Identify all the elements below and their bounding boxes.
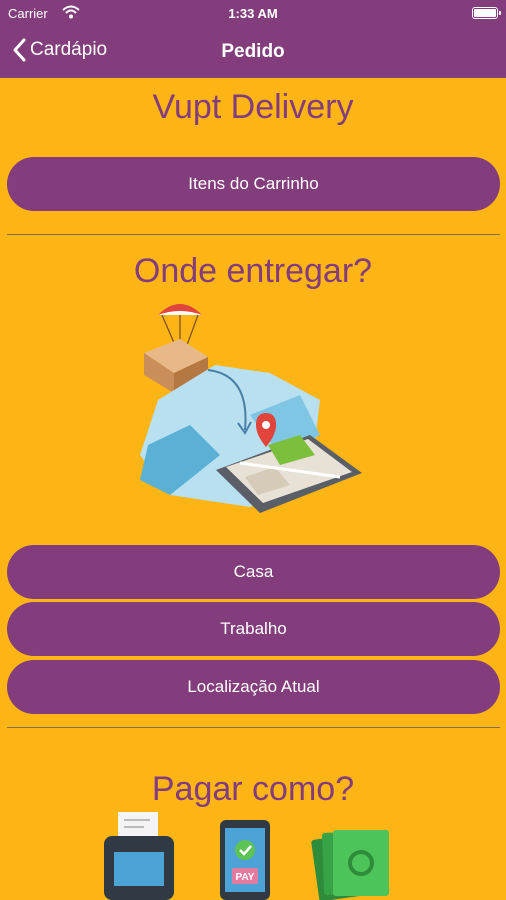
delivery-option-label: Casa — [233, 562, 274, 581]
status-time: 1:33 AM — [228, 6, 278, 21]
delivery-option-label: Trabalho — [220, 619, 287, 638]
delivery-option-current-location[interactable]: Localização Atual — [7, 660, 500, 714]
battery-icon — [472, 7, 501, 19]
delivery-map-illustration — [130, 295, 370, 535]
page-title: Pedido — [221, 41, 285, 62]
mobile-pay-icon[interactable]: PAY — [220, 820, 270, 900]
cash-icon[interactable] — [305, 826, 395, 900]
divider — [7, 727, 500, 728]
navigation-bar: Cardápio Pedido — [0, 28, 506, 78]
delivery-option-work[interactable]: Trabalho — [7, 602, 500, 656]
pay-badge: PAY — [236, 872, 255, 883]
delivery-option-label: Localização Atual — [187, 677, 320, 696]
cart-items-button[interactable]: Itens do Carrinho — [7, 157, 500, 211]
delivery-option-home[interactable]: Casa — [7, 545, 500, 599]
brand-title: Vupt Delivery — [152, 88, 354, 126]
delivery-heading: Onde entregar? — [133, 252, 373, 290]
cart-items-label: Itens do Carrinho — [188, 174, 319, 193]
divider — [7, 234, 500, 235]
status-bar: Carrier 1:33 AM — [0, 0, 506, 28]
payment-heading: Pagar como? — [151, 770, 355, 808]
card-machine-icon[interactable] — [104, 812, 174, 900]
